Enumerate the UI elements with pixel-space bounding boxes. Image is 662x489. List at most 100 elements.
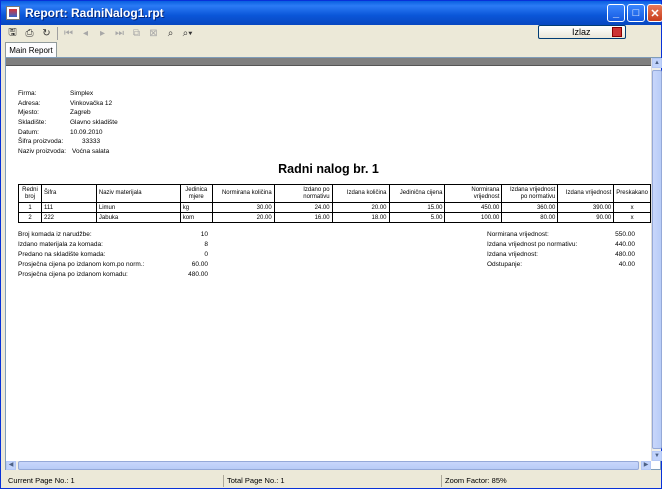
vertical-scroll-thumb[interactable] xyxy=(652,70,662,449)
report-viewer: Firma: Simplex Adresa: Vinkovačka 12 Mjest… xyxy=(5,57,662,470)
report-title: Radni nalog br. 1 xyxy=(278,162,379,176)
summary-row: Izdano materijala za komada: 8 xyxy=(18,241,208,251)
scroll-right-icon[interactable]: ▶ xyxy=(641,461,651,470)
report-window: Report: RadniNalog1.rpt _ □ ✕ 🖫 ⎙ ↻ ⏮ ◂ … xyxy=(0,0,662,489)
goto-page-icon[interactable]: ⧉ xyxy=(130,27,143,39)
info-row: Firma: Simplex xyxy=(18,90,218,100)
summary-value: 550.00 xyxy=(615,231,635,238)
zoom-status: Zoom Factor: 85% xyxy=(441,475,507,487)
print-icon[interactable]: ⎙ xyxy=(23,27,36,39)
prev-page-icon[interactable]: ◂ xyxy=(79,27,92,39)
summary-key: Prosječna cijena po izdanom komadu: xyxy=(18,271,128,278)
table-cell: 18.00 xyxy=(331,212,390,223)
scroll-left-icon[interactable]: ◀ xyxy=(6,461,16,470)
first-page-icon[interactable]: ⏮ xyxy=(62,27,75,39)
column-header: Izdana količina xyxy=(331,184,390,203)
table-cell: 15.00 xyxy=(388,202,446,213)
zoom-icon[interactable]: ⌕▾ xyxy=(181,27,194,39)
column-header: Šifra xyxy=(40,184,97,203)
table-cell: x xyxy=(613,202,651,213)
summary-key: Normirana vrijednost: xyxy=(487,231,549,238)
close-view-icon[interactable]: ⊠ xyxy=(147,27,160,39)
vertical-scrollbar[interactable]: ▲ ▼ xyxy=(651,58,662,461)
table-cell: 20.00 xyxy=(211,212,275,223)
summary-row: Izdana vrijednost po normativu: 440.00 xyxy=(487,241,635,251)
column-header: Izdana vrijednost xyxy=(557,184,615,203)
total-page-status: Total Page No.: 1 xyxy=(223,475,285,487)
summary-key: Izdana vrijednost po normativu: xyxy=(487,241,578,248)
table-header-row: Redni broj Šifra Naziv materijala Jedini… xyxy=(18,184,651,203)
summary-value: 0 xyxy=(204,251,208,258)
info-key: Šifra proizvoda: xyxy=(18,138,64,146)
exit-icon xyxy=(612,27,622,37)
find-icon[interactable]: ⌕ xyxy=(164,27,177,39)
summary-row: Prosječna cijena po izdanom komadu: 480.0… xyxy=(18,271,208,281)
summary-row: Prosječna cijena po izdanom kom.po norm.… xyxy=(18,261,208,271)
table-cell: 100.00 xyxy=(444,212,503,223)
column-header: Redni broj xyxy=(18,184,42,203)
export-icon[interactable]: 🖫 xyxy=(6,27,19,39)
minimize-button[interactable]: _ xyxy=(607,4,625,22)
summary-row: Odstupanje: 40.00 xyxy=(487,261,635,271)
summary-row: Predano na skladište komada: 0 xyxy=(18,251,208,261)
last-page-icon[interactable]: ⏭ xyxy=(113,27,126,39)
izlaz-button[interactable]: Izlaz xyxy=(538,25,626,39)
scroll-up-icon[interactable]: ▲ xyxy=(652,58,662,68)
maximize-button[interactable]: □ xyxy=(627,4,645,22)
summary-key: Predano na skladište komada: xyxy=(18,251,106,258)
horizontal-scroll-thumb[interactable] xyxy=(18,461,639,470)
table-cell: 5.00 xyxy=(388,212,446,223)
table-cell: 30.00 xyxy=(211,202,275,213)
table-cell: 450.00 xyxy=(444,202,503,213)
table-cell: 90.00 xyxy=(557,212,615,223)
info-row: Datum: 10.09.2010 xyxy=(18,129,218,139)
table-cell: 222 xyxy=(40,212,97,223)
info-key: Adresa: xyxy=(18,99,41,107)
info-row: Skladište: Glavno skladište xyxy=(18,119,218,129)
info-row: Mjesto: Zagreb xyxy=(18,109,218,119)
tab-main-report[interactable]: Main Report xyxy=(5,42,57,57)
info-row: Šifra proizvoda: 33333 xyxy=(18,138,218,148)
summary-row: Broj komada iz narudžbe: 10 xyxy=(18,231,208,241)
summary-left: Broj komada iz narudžbe: 10 Izdano materi… xyxy=(18,231,208,281)
scroll-down-icon[interactable]: ▼ xyxy=(652,451,662,461)
title-bar[interactable]: Report: RadniNalog1.rpt _ □ ✕ xyxy=(1,1,662,25)
summary-value: 8 xyxy=(204,241,208,248)
column-header: Naziv materijala xyxy=(95,184,181,203)
materials-table: Redni broj Šifra Naziv materijala Jedini… xyxy=(18,184,651,223)
close-button[interactable]: ✕ xyxy=(647,4,662,22)
summary-key: Odstupanje: xyxy=(487,261,523,268)
izlaz-label: Izlaz xyxy=(572,27,591,37)
column-header: Normirana vrijednost xyxy=(444,184,503,203)
window-title: Report: RadniNalog1.rpt xyxy=(25,6,164,20)
table-row: 1 111 Limun kg 30.00 24.00 20.00 15.00 4… xyxy=(18,202,651,213)
table-cell: 16.00 xyxy=(273,212,333,223)
table-cell: kg xyxy=(179,202,213,213)
horizontal-scrollbar[interactable]: ◀ ▶ xyxy=(6,461,651,470)
report-page: Firma: Simplex Adresa: Vinkovačka 12 Mjest… xyxy=(6,67,651,461)
info-value: Vinkovačka 12 xyxy=(70,99,113,107)
info-key: Naziv proizvoda: xyxy=(18,148,67,156)
column-header: Normirana količina xyxy=(211,184,275,203)
current-page-status: Current Page No.: 1 xyxy=(8,476,75,485)
table-cell: Jabuka xyxy=(95,212,181,223)
info-key: Firma: xyxy=(18,90,37,97)
table-cell: 111 xyxy=(40,202,97,213)
report-info: Firma: Simplex Adresa: Vinkovačka 12 Mjest… xyxy=(18,90,218,158)
info-value: Voćna salata xyxy=(72,148,110,156)
info-row: Naziv proizvoda: Voćna salata xyxy=(18,148,218,158)
info-key: Skladište: xyxy=(18,119,47,127)
table-row: 2 222 Jabuka kom 20.00 16.00 18.00 5.00 … xyxy=(18,212,651,223)
info-key: Mjesto: xyxy=(18,109,39,117)
table-cell: Limun xyxy=(95,202,181,213)
summary-value: 480.00 xyxy=(615,251,635,258)
table-cell: 20.00 xyxy=(331,202,390,213)
summary-key: Prosječna cijena po izdanom kom.po norm.… xyxy=(18,261,145,268)
refresh-icon[interactable]: ↻ xyxy=(40,27,53,39)
info-value: Simplex xyxy=(70,90,94,97)
summary-row: Normirana vrijednost: 550.00 xyxy=(487,231,635,241)
app-icon xyxy=(6,6,20,20)
table-cell: kom xyxy=(179,212,213,223)
next-page-icon[interactable]: ▸ xyxy=(96,27,109,39)
table-cell: x xyxy=(613,212,651,223)
